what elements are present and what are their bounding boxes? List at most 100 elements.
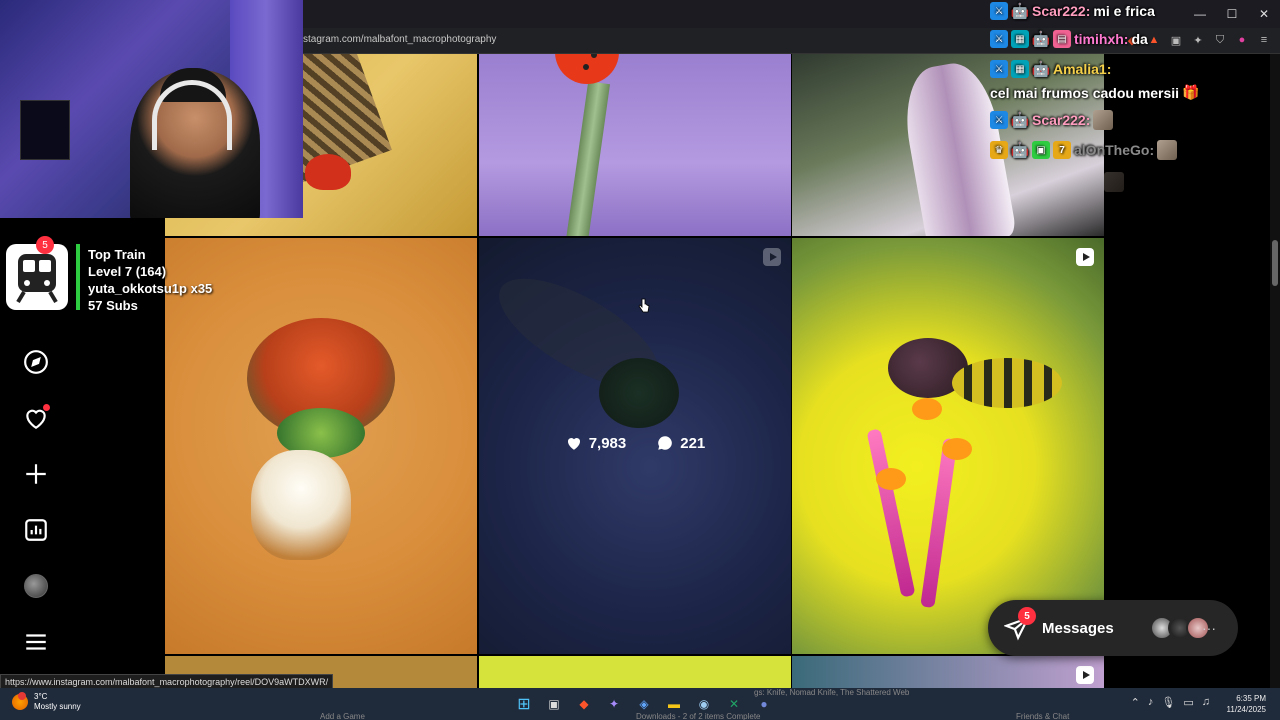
mushroom-image xyxy=(251,450,351,560)
friends-chat-label: Friends & Chat xyxy=(1016,712,1070,720)
post-tile[interactable] xyxy=(479,656,791,688)
background-monitor xyxy=(20,100,70,160)
more-icon[interactable]: ··· xyxy=(1202,620,1216,636)
sun-icon xyxy=(12,692,28,710)
train-progress-bar xyxy=(76,244,80,310)
red-claw-image xyxy=(305,154,351,190)
robot-badge-icon: 🤖 xyxy=(1031,31,1051,48)
speaker-icon[interactable]: ♪ xyxy=(1148,696,1154,709)
robot-badge-icon: 🤖 xyxy=(1010,142,1030,159)
stamen-image xyxy=(920,437,958,609)
weather-widget[interactable]: 3°C Mostly sunny xyxy=(12,692,81,712)
minimize-button[interactable]: — xyxy=(1184,0,1216,28)
system-clock[interactable]: 6:35 PM 11/24/2025 xyxy=(1227,693,1266,715)
train-info: Top Train Level 7 (164) yuta_okkotsu1p x… xyxy=(88,246,212,314)
extension-icon[interactable]: ▣ xyxy=(1168,32,1184,48)
anther-image xyxy=(942,438,972,460)
plant-stem-image xyxy=(565,81,611,236)
likes-stat: 7,983 xyxy=(565,434,627,452)
notification-dot xyxy=(43,404,50,411)
chat-message: ⚔ 🤖 Scar222: xyxy=(990,110,1114,130)
chat-username: Scar222: xyxy=(1032,112,1091,128)
chat-username: alOnTheGo: xyxy=(1074,142,1155,158)
chevron-up-icon[interactable]: ⌃ xyxy=(1131,696,1140,709)
discord-icon[interactable]: ● xyxy=(754,694,774,714)
post-stats: 7,983 221 xyxy=(479,434,791,452)
temperature: 3°C xyxy=(34,692,48,701)
explore-compass-icon[interactable] xyxy=(22,348,50,376)
post-tile[interactable] xyxy=(792,656,1104,688)
extension-icon[interactable]: ✦ xyxy=(1190,32,1206,48)
task-view-icon[interactable]: ▣ xyxy=(544,694,564,714)
profile-post-grid: 7,983 221 xyxy=(165,54,1104,688)
messenger-icon: 5 xyxy=(1002,607,1036,641)
scrollbar-thumb[interactable] xyxy=(1272,240,1278,286)
chat-text: cel mai frumos cadou mersii xyxy=(990,84,1180,101)
sword-badge-icon: ⚔ xyxy=(990,60,1008,78)
close-button[interactable]: ✕ xyxy=(1248,0,1280,28)
copilot-icon[interactable]: ✦ xyxy=(604,694,624,714)
likes-count: 7,983 xyxy=(588,434,627,452)
chat-message: ⚔ 🤖 Scar222: mi e frica xyxy=(990,2,1155,20)
window-controls: — ☐ ✕ xyxy=(1184,0,1280,28)
chat-username: timihxh: xyxy=(1074,31,1129,47)
downloads-label: Downloads - 2 of 2 items Complete xyxy=(636,712,761,720)
dashboard-chart-icon[interactable] xyxy=(22,516,50,544)
headset xyxy=(152,80,232,150)
menu-icon[interactable]: ≡ xyxy=(1256,32,1272,48)
post-tile-hovered[interactable]: 7,983 221 xyxy=(479,238,791,654)
extension-icon[interactable]: ● xyxy=(1234,32,1250,48)
post-tile[interactable] xyxy=(792,238,1104,654)
reel-icon xyxy=(1076,666,1094,684)
stamen-image xyxy=(866,428,916,598)
profile-avatar[interactable] xyxy=(22,572,50,600)
streamer-webcam xyxy=(0,0,303,218)
reel-icon xyxy=(1076,248,1094,266)
volume-icon[interactable]: ♫ xyxy=(1202,696,1210,709)
create-plus-icon[interactable] xyxy=(22,460,50,488)
ladybug-image xyxy=(555,54,619,84)
add-game-label: Add a Game xyxy=(320,712,365,720)
network-icon[interactable]: ▭ xyxy=(1183,696,1193,709)
post-tile[interactable] xyxy=(479,54,791,236)
sub-badge-icon: ▦ xyxy=(1011,60,1029,78)
system-tray: ⌃ ♪ 🎙 ▭ ♫ xyxy=(1131,696,1210,709)
chat-message: ⚔ ▦ 🤖 Amalia1: xyxy=(990,60,1111,78)
url-text[interactable]: stagram.com/malbafont_macrophotography xyxy=(303,34,496,45)
anther-image xyxy=(912,398,942,420)
clock-time: 6:35 PM xyxy=(1236,694,1266,703)
game-items-text: gs: Knife, Nomad Knife, The Shattered We… xyxy=(754,688,910,697)
reel-icon xyxy=(763,248,781,266)
chat-username: Amalia1: xyxy=(1053,61,1112,77)
chat-username: Scar222: xyxy=(1032,3,1091,19)
vpn-icon[interactable]: ⛉ xyxy=(1212,32,1228,48)
mic-icon[interactable]: 🎙 xyxy=(1161,696,1175,709)
steam-icon[interactable]: ◉ xyxy=(694,694,714,714)
file-explorer-icon[interactable]: ▬ xyxy=(664,694,684,714)
cake-badge-icon: ▤ xyxy=(1053,30,1071,48)
notifications-heart-icon[interactable] xyxy=(22,404,50,432)
hoverfly-body-image xyxy=(952,358,1062,408)
brave-rewards-icon[interactable]: ▲ xyxy=(1146,32,1162,48)
sword-badge-icon: ⚔ xyxy=(990,30,1008,48)
windows-start-icon[interactable]: ⊞ xyxy=(514,694,534,714)
robot-badge-icon: 🤖 xyxy=(1010,112,1030,129)
heart-icon xyxy=(567,437,580,450)
taskbar-apps: ⊞ ▣ ◆ ✦ ◈ ▬ ◉ ✕ ● xyxy=(514,694,774,714)
train-icon xyxy=(6,244,68,310)
train-subs: 57 Subs xyxy=(88,298,138,313)
emote-icon xyxy=(1104,172,1124,192)
gift-badge-icon: ▣ xyxy=(1032,141,1050,159)
excel-icon[interactable]: ✕ xyxy=(724,694,744,714)
brave-browser-icon[interactable]: ◆ xyxy=(574,694,594,714)
maximize-button[interactable]: ☐ xyxy=(1216,0,1248,28)
sword-badge-icon: ⚔ xyxy=(990,2,1008,20)
train-level: Level 7 (164) xyxy=(88,264,167,279)
store-icon[interactable]: ◈ xyxy=(634,694,654,714)
messages-button[interactable]: 5 Messages ··· xyxy=(988,600,1238,656)
chat-message: ⚔ ▦ 🤖 ▤ timihxh: da xyxy=(990,30,1148,48)
more-hamburger-icon[interactable] xyxy=(22,628,50,656)
messages-label: Messages xyxy=(1042,619,1114,637)
page-scrollbar[interactable] xyxy=(1270,54,1280,688)
comments-count: 221 xyxy=(680,434,706,452)
